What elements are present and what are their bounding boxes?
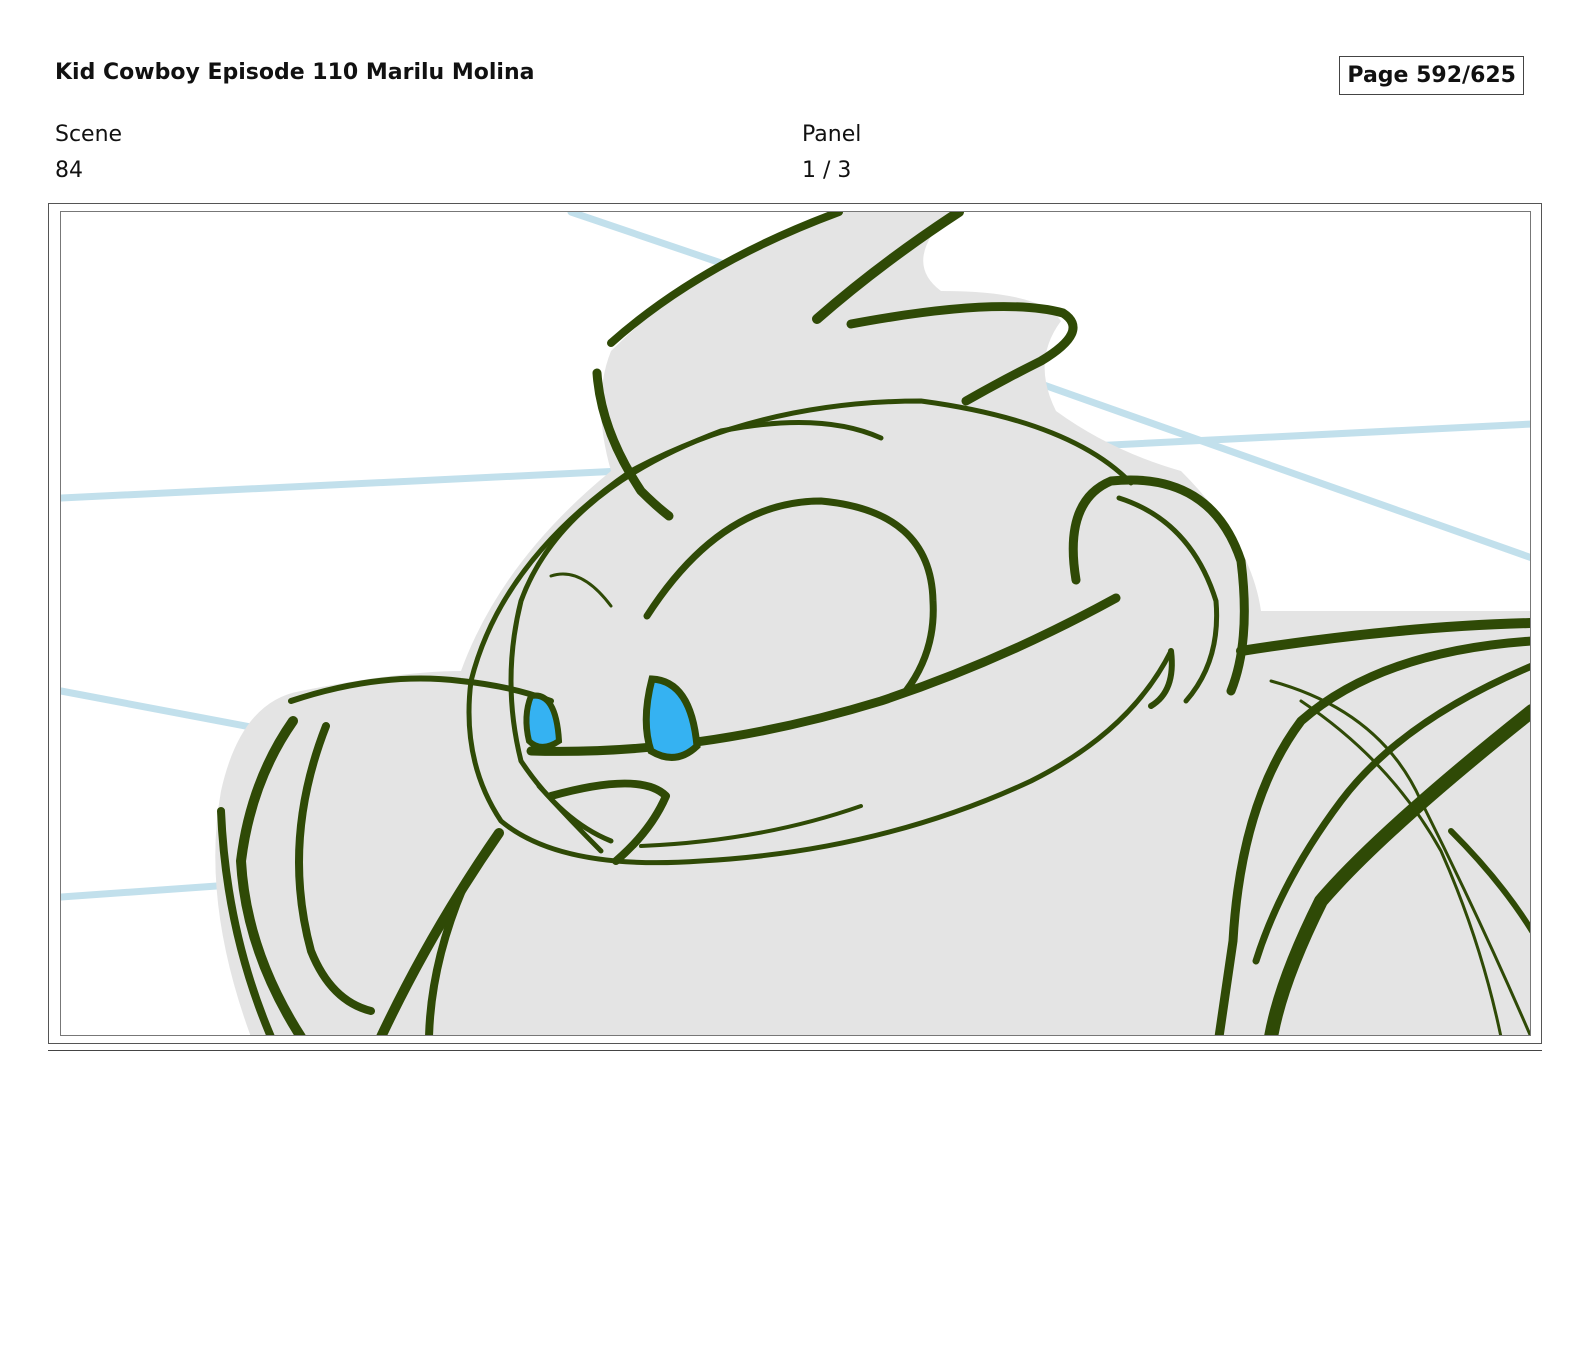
scene-value: 84	[55, 158, 83, 183]
panel-label: Panel	[802, 122, 862, 147]
storyboard-panel	[60, 211, 1531, 1036]
storyboard-sketch	[61, 212, 1530, 1035]
document-title: Kid Cowboy Episode 110 Marilu Molina	[55, 60, 535, 85]
character-fill	[215, 212, 1530, 1035]
panel-bottom-rule	[48, 1050, 1542, 1051]
scene-label: Scene	[55, 122, 123, 147]
panel-value: 1 / 3	[802, 158, 852, 183]
page-number-badge: Page 592/625	[1339, 56, 1524, 95]
